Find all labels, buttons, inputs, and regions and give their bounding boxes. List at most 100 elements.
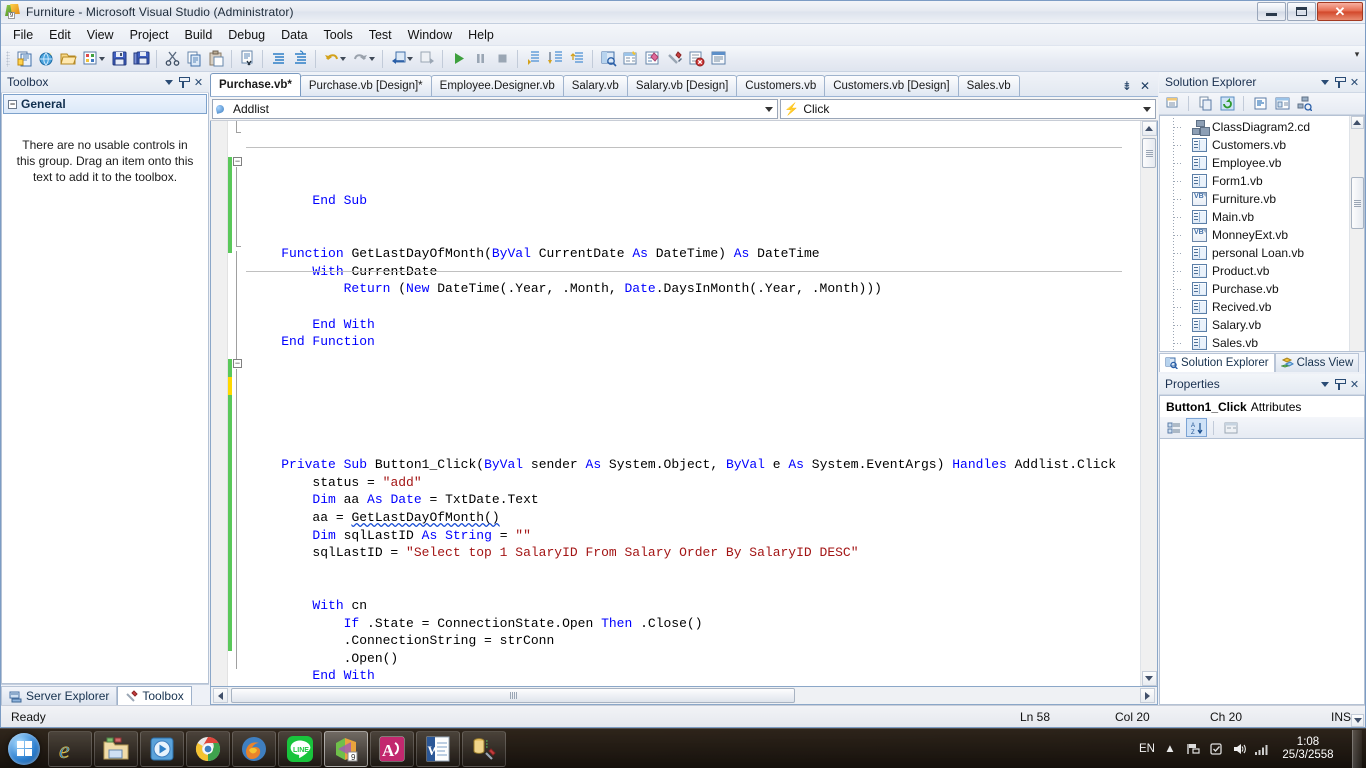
menu-item-build[interactable]: Build [176,25,220,45]
tab-server-explorer[interactable]: Server Explorer [1,686,118,705]
show-all-files-icon[interactable] [1195,94,1215,113]
document-tab-salary-vb-design[interactable]: Salary.vb [Design] [626,75,738,96]
toolbar-overflow-button[interactable]: ▾ [1352,49,1362,60]
properties-pin-icon[interactable] [1332,377,1347,392]
navigate-forward-icon[interactable] [416,48,438,70]
redo-icon[interactable] [349,48,371,70]
properties-icon[interactable] [1162,94,1182,113]
add-new-item-icon[interactable] [79,48,101,70]
save-icon[interactable] [108,48,130,70]
start-button[interactable] [0,730,48,768]
taskbar-microsoft-access[interactable]: A [370,730,414,767]
pause-icon[interactable] [469,48,491,70]
solution-file-item[interactable]: Furniture.vb [1160,190,1349,208]
collapse-box-function[interactable]: − [233,157,242,166]
editor-vertical-scrollbar[interactable] [1140,121,1157,686]
menu-item-project[interactable]: Project [122,25,177,45]
object-browser-icon[interactable] [641,48,663,70]
toolbox-icon[interactable] [663,48,685,70]
save-all-icon[interactable] [130,48,152,70]
toolbox-pin-icon[interactable] [176,75,191,90]
show-desktop-button[interactable] [1352,729,1362,768]
menu-item-help[interactable]: Help [460,25,502,45]
tab-list-icon[interactable]: ⇟ [1122,79,1132,93]
tab-toolbox[interactable]: Toolbox [117,686,192,705]
step-into-icon[interactable] [522,48,544,70]
solution-file-item[interactable]: Form1.vb [1160,172,1349,190]
solution-explorer-icon[interactable] [597,48,619,70]
paste-icon[interactable] [205,48,227,70]
taskbar-google-chrome[interactable] [186,730,230,767]
solution-explorer-dropdown-icon[interactable] [1317,75,1332,90]
solution-file-item[interactable]: personal Loan.vb [1160,244,1349,262]
menu-item-data[interactable]: Data [273,25,315,45]
solution-explorer-pin-icon[interactable] [1332,75,1347,90]
properties-close-icon[interactable]: ✕ [1347,377,1362,392]
taskbar-database-tool[interactable] [462,730,506,767]
solution-scroll-thumb[interactable] [1350,177,1364,229]
chevron-down-icon[interactable] [765,106,774,112]
solution-file-item[interactable]: Recived.vb [1160,298,1349,316]
event-dropdown[interactable]: ⚡ Click [780,98,1156,119]
solution-file-item[interactable]: MonneyExt.vb [1160,226,1349,244]
menu-item-view[interactable]: View [79,25,122,45]
property-pages-icon[interactable] [1220,418,1241,437]
minimize-button[interactable] [1257,2,1286,21]
scroll-right-arrow[interactable] [1140,688,1155,703]
menu-item-test[interactable]: Test [361,25,400,45]
tab-solution-explorer[interactable]: Solution Explorer [1159,353,1275,372]
properties-grid[interactable] [1159,439,1365,705]
scroll-down-arrow[interactable] [1141,671,1157,686]
taskbar-internet-explorer[interactable]: e [48,730,92,767]
menu-item-edit[interactable]: Edit [41,25,79,45]
scroll-up-arrow[interactable] [1350,116,1364,129]
collapse-box-sub[interactable]: − [233,359,242,368]
start-debugging-icon[interactable] [447,48,469,70]
taskbar-line[interactable]: LINE [278,730,322,767]
solution-explorer-close-icon[interactable]: ✕ [1347,75,1362,90]
tab-class-view[interactable]: Class View [1274,353,1360,372]
refresh-icon[interactable] [1217,94,1237,113]
properties-dropdown-icon[interactable] [1317,377,1332,392]
indicator-margin[interactable] [211,121,228,686]
comment-icon[interactable] [267,48,289,70]
scroll-up-arrow[interactable] [1141,121,1157,136]
taskbar-windows-media-player[interactable] [140,730,184,767]
menu-item-file[interactable]: File [5,25,41,45]
chevron-down-icon[interactable] [1143,106,1151,112]
taskbar-microsoft-word[interactable]: W [416,730,460,767]
view-class-diagram-icon[interactable] [1294,94,1314,113]
uncomment-icon[interactable] [289,48,311,70]
toolbox-dropdown-icon[interactable] [161,75,176,90]
document-tab-employee-designer-vb[interactable]: Employee.Designer.vb [430,75,564,96]
clock[interactable]: 1:08 25/3/2558 [1277,736,1339,762]
document-tab-salary-vb[interactable]: Salary.vb [562,75,628,96]
solution-file-item[interactable]: Purchase.vb [1160,280,1349,298]
vertical-scroll-thumb[interactable] [1142,138,1156,168]
toolbar-grip[interactable] [6,50,10,67]
horizontal-scroll-thumb[interactable] [231,688,796,703]
output-window-icon[interactable] [707,48,729,70]
close-button[interactable]: ✕ [1317,2,1363,21]
solution-explorer-tree[interactable]: ClassDiagram2.cd Customers.vb Employee.vb F… [1159,115,1365,727]
solution-file-item[interactable]: Sales.vb [1160,334,1349,351]
action-center-icon[interactable] [1208,741,1224,757]
horizontal-scroll-track[interactable] [229,688,1139,703]
solution-file-item[interactable]: Main.vb [1160,208,1349,226]
navigate-backward-icon[interactable] [387,48,409,70]
document-tab-customers-vb-design[interactable]: Customers.vb [Design] [824,75,959,96]
stop-icon[interactable] [491,48,513,70]
network-icon[interactable] [1185,741,1201,757]
solution-explorer-scrollbar[interactable] [1349,116,1364,727]
step-out-icon[interactable] [566,48,588,70]
open-file-icon[interactable] [57,48,79,70]
taskbar-firefox[interactable] [232,730,276,767]
properties-object-selector[interactable]: Button1_Click Attributes [1159,395,1365,417]
solution-file-item[interactable]: ClassDiagram2.cd [1160,118,1349,136]
solution-file-item[interactable]: Product.vb [1160,262,1349,280]
taskbar-windows-explorer[interactable] [94,730,138,767]
maximize-restore-button[interactable] [1287,2,1316,21]
code-text-area[interactable]: End Sub Function GetLastDayOfMonth(ByVal… [246,121,1140,686]
toolbox-group-general[interactable]: − General [3,94,207,114]
properties-window-icon[interactable] [619,48,641,70]
